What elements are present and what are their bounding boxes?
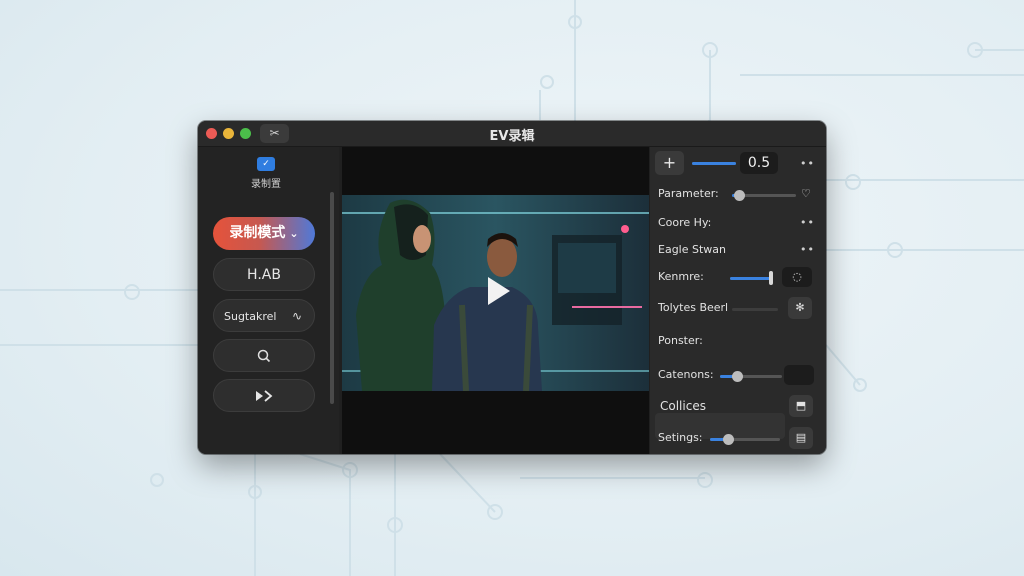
row-catenons: Catenons:: [658, 364, 818, 388]
kenmre-label: Kenmre:: [658, 270, 704, 283]
tag-icon[interactable]: ◌: [782, 267, 812, 287]
eagle-more-icon[interactable]: ••: [800, 243, 815, 256]
setings-label: Setings:: [658, 431, 703, 444]
export-icon[interactable]: ⬒: [789, 395, 813, 417]
row-eagle: Eagle Stwan ••: [658, 239, 818, 263]
audio-source-button[interactable]: Sugtakrel ∿: [213, 299, 315, 332]
video-preview[interactable]: [342, 147, 649, 454]
fast-forward-button[interactable]: [213, 379, 315, 412]
format-button[interactable]: H.AB: [213, 258, 315, 291]
collices-label: Collices: [660, 399, 706, 413]
parameter-slider[interactable]: [732, 190, 796, 201]
settings-panel: + 0.5 •• Parameter: ♡ Coore Hy: •• Eagle…: [650, 147, 826, 454]
app-window: ✂ EV录辑 ✓ 录制置 录制模式 ⌄ H.AB Sugtakrel ∿ + 0…: [198, 121, 826, 454]
left-sidebar: ✓ 录制置 录制模式 ⌄ H.AB Sugtakrel ∿: [198, 147, 339, 454]
sidebar-scrollbar[interactable]: [330, 192, 334, 404]
coore-more-icon[interactable]: ••: [800, 216, 815, 229]
row-tolytes: Tolytes Beerl ✻: [658, 297, 818, 321]
window-title: EV录辑: [489, 129, 535, 144]
catenons-slider[interactable]: [720, 371, 782, 382]
setings-slider[interactable]: [710, 434, 780, 445]
tolytes-slider[interactable]: [732, 308, 778, 311]
eagle-label: Eagle Stwan: [658, 243, 726, 256]
app-logo-icon: ✓: [257, 157, 275, 171]
row-kenmre: Kenmre: ◌: [658, 266, 818, 290]
chevron-down-icon: ⌄: [289, 227, 299, 240]
fast-forward-icon: [256, 390, 273, 402]
record-mode-button[interactable]: 录制模式 ⌄: [213, 217, 315, 250]
heart-icon[interactable]: ♡: [801, 187, 812, 200]
kenmre-slider[interactable]: [730, 271, 773, 285]
fan-icon[interactable]: ✻: [788, 297, 812, 319]
format-label: H.AB: [247, 267, 281, 283]
coore-label: Coore Hy:: [658, 216, 712, 229]
row-parameter: Parameter: ♡: [658, 183, 818, 207]
search-button[interactable]: [213, 339, 315, 372]
catenons-label: Catenons:: [658, 368, 714, 381]
parameter-label: Parameter:: [658, 187, 719, 200]
waveform-icon: ∿: [291, 309, 302, 323]
play-icon[interactable]: [488, 277, 510, 305]
audio-source-label: Sugtakrel: [224, 310, 277, 323]
row-setings: Setings: ▤: [658, 427, 818, 451]
row-ponster: Ponster:: [658, 330, 818, 354]
more-icon[interactable]: ••: [800, 157, 815, 170]
tolytes-label: Tolytes Beerl: [658, 301, 729, 314]
plus-icon[interactable]: +: [655, 151, 684, 175]
ponster-label: Ponster:: [658, 334, 703, 347]
row-collices[interactable]: Collices ⬒: [658, 395, 818, 419]
row-coore: Coore Hy: ••: [658, 212, 818, 236]
top-value-field[interactable]: 0.5: [740, 152, 778, 174]
title-bar: ✂ EV录辑: [198, 121, 826, 147]
search-icon: [257, 349, 271, 363]
save-icon[interactable]: ▤: [789, 427, 813, 449]
record-mode-label: 录制模式: [229, 225, 286, 241]
catenons-value-box[interactable]: [784, 365, 814, 385]
sidebar-caption: 录制置: [251, 179, 281, 190]
top-slider[interactable]: [692, 162, 736, 165]
